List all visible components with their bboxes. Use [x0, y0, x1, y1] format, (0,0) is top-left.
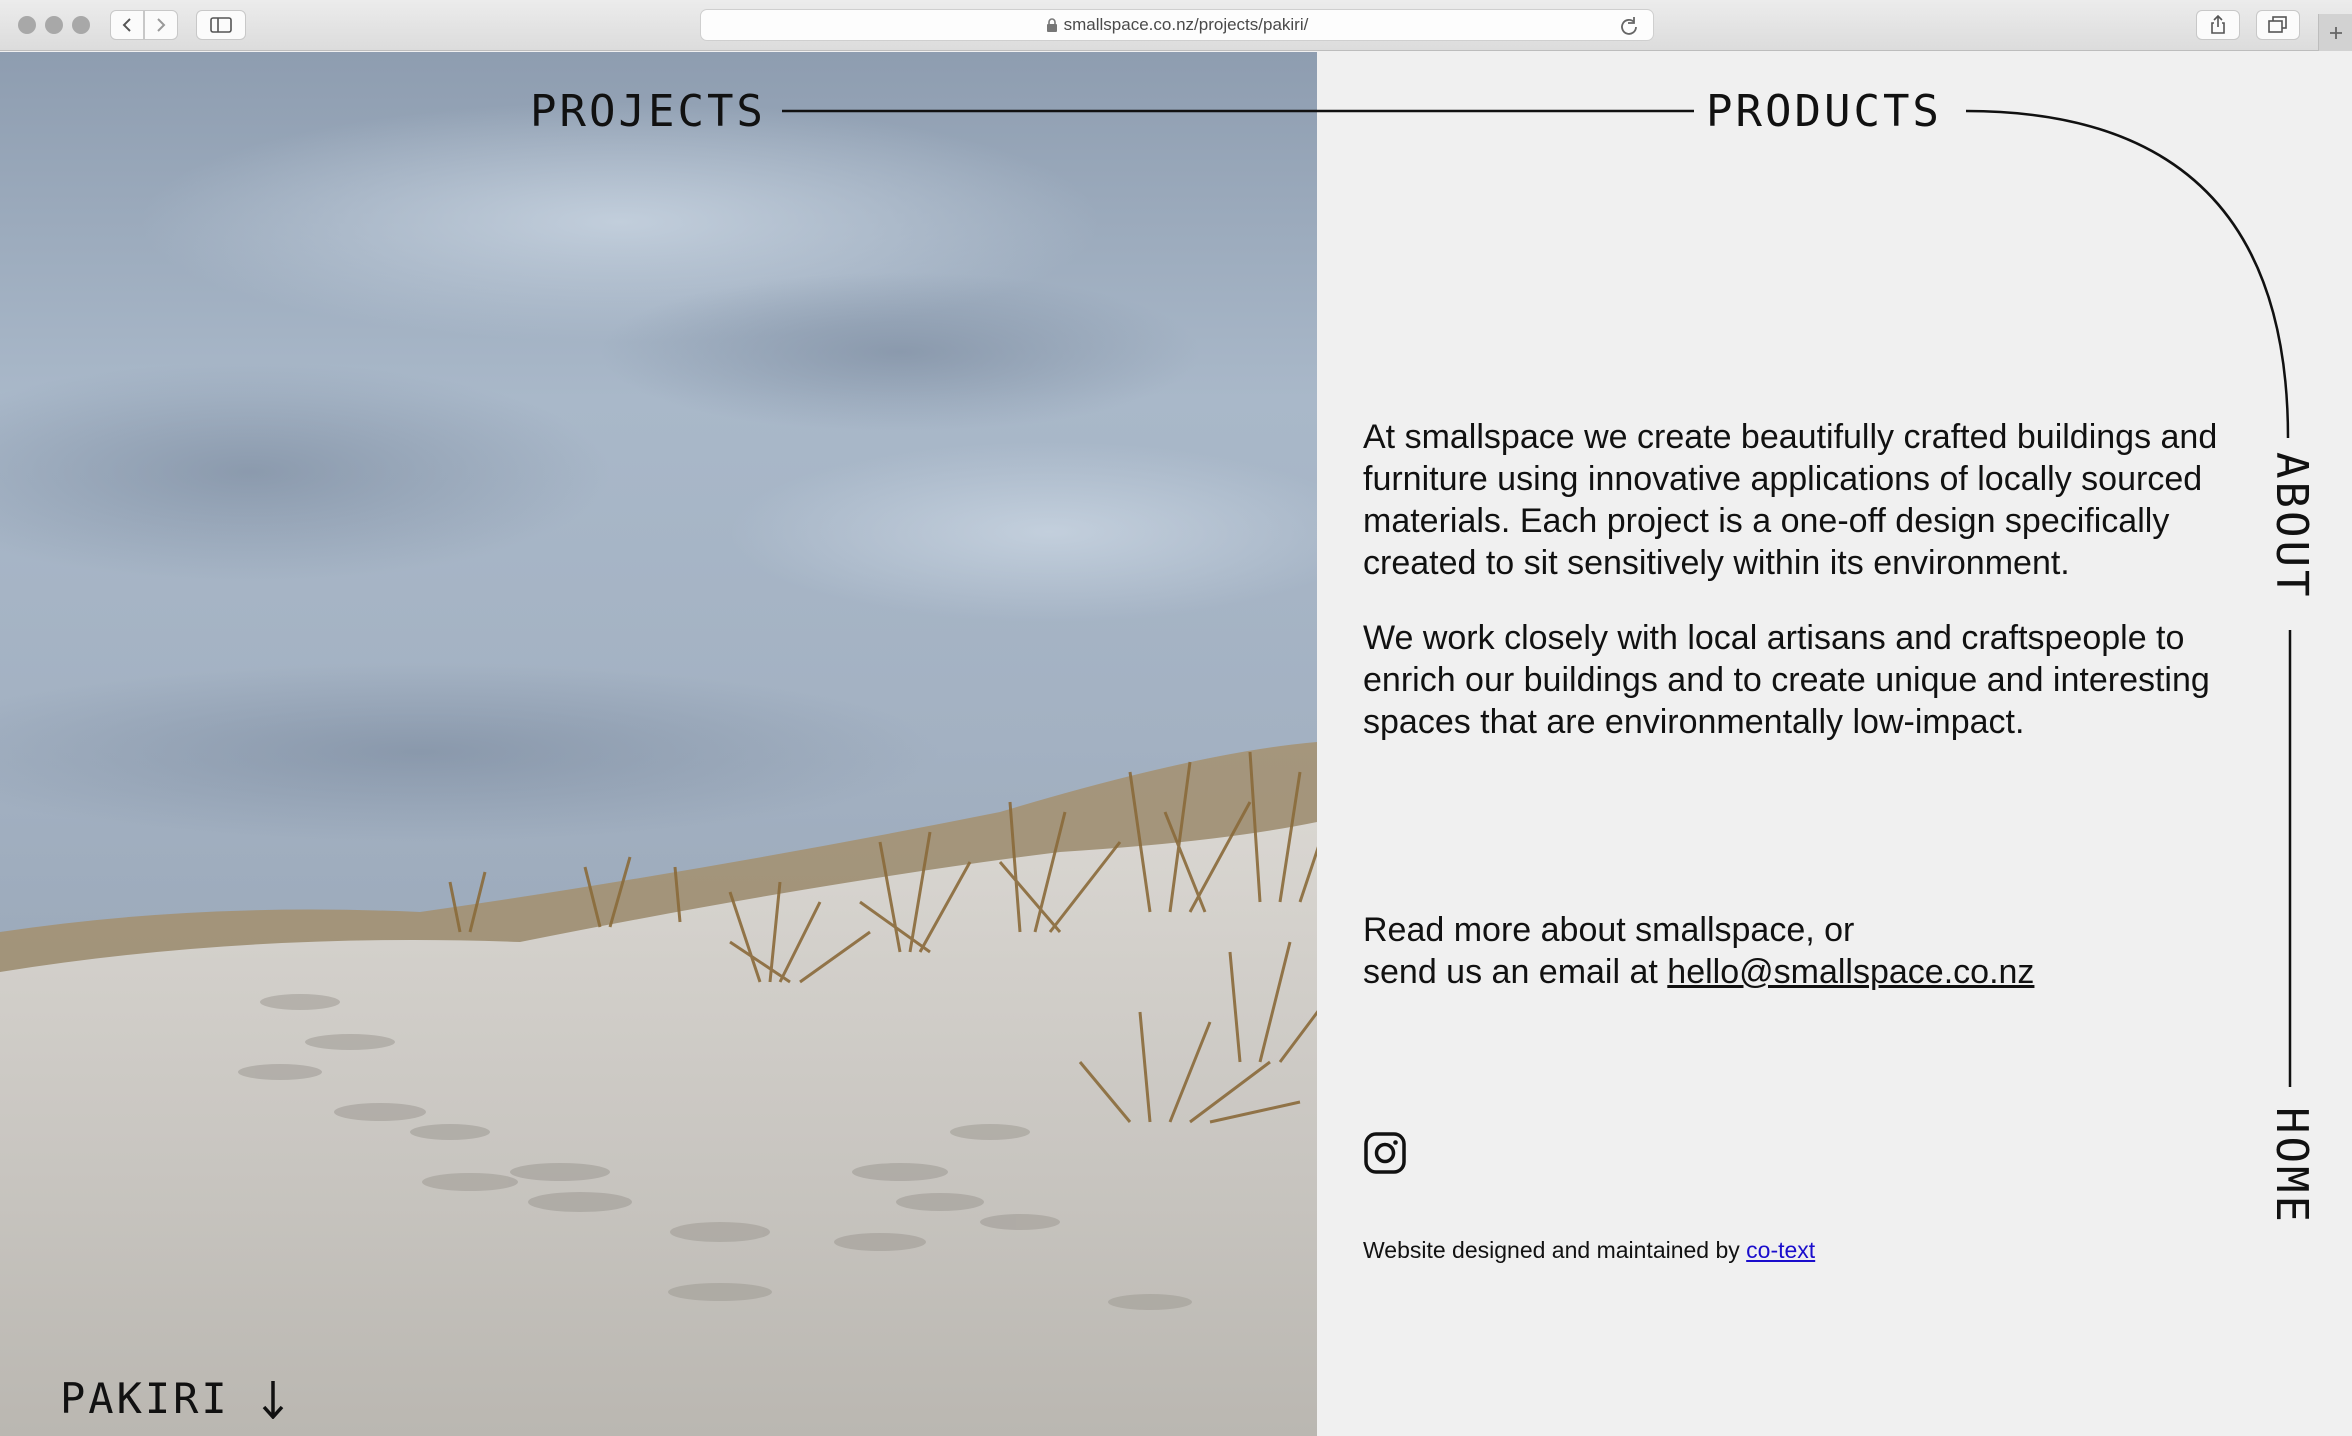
email-link[interactable]: hello@smallspace.co.nz — [1667, 953, 2034, 991]
chevron-left-icon — [122, 18, 131, 32]
project-name: PAKIRI — [60, 1374, 230, 1423]
contact-line-1: Read more about smallspace, or — [1363, 911, 1855, 949]
nav-about-link[interactable]: ABOUT — [2266, 452, 2317, 599]
project-caption: PAKIRI — [60, 1378, 286, 1420]
lock-icon — [1046, 18, 1057, 32]
nav-projects-link[interactable]: PROJECTS — [530, 90, 766, 134]
window-minimize-button[interactable] — [45, 16, 63, 34]
tabs-overview-button[interactable] — [2256, 10, 2300, 40]
about-paragraph-1: At smallspace we create beautifully craf… — [1363, 418, 2218, 582]
back-button[interactable] — [110, 10, 144, 40]
chevron-right-icon — [157, 18, 166, 32]
instagram-icon — [1364, 1132, 1406, 1174]
about-paragraph-2: We work closely with local artisans and … — [1363, 619, 2210, 741]
contact-prefix: send us an email at — [1363, 953, 1668, 991]
tabs-icon — [2268, 16, 2287, 33]
credit-prefix: Website designed and maintained by — [1363, 1237, 1747, 1263]
nav-products-link[interactable]: PRODUCTS — [1706, 90, 1942, 134]
browser-toolbar: smallspace.co.nz/projects/pakiri/ — [0, 0, 2352, 51]
dune-photo — [0, 52, 1317, 1436]
arrow-down-icon[interactable] — [260, 1379, 286, 1419]
window-zoom-button[interactable] — [72, 16, 90, 34]
sidebar-icon — [210, 17, 232, 33]
plus-icon — [2329, 26, 2342, 39]
forward-button[interactable] — [144, 10, 178, 40]
contact-line-2: send us an email at hello@smallspace.co.… — [1363, 951, 2223, 993]
new-tab-button[interactable] — [2318, 14, 2352, 51]
site-credit: Website designed and maintained by co-te… — [1363, 1237, 1815, 1264]
project-hero-image — [0, 52, 1317, 1436]
url-text: smallspace.co.nz/projects/pakiri/ — [1063, 15, 1309, 34]
nav-home-link[interactable]: HOME — [2266, 1107, 2317, 1225]
address-bar[interactable]: smallspace.co.nz/projects/pakiri/ — [700, 9, 1654, 41]
sidebar-toggle-button[interactable] — [196, 10, 246, 40]
page: PROJECTS PRODUCTS ABOUT HOME At smallspa… — [0, 52, 2352, 1436]
window-close-button[interactable] — [18, 16, 36, 34]
instagram-link[interactable] — [1363, 1131, 1407, 1175]
credit-link[interactable]: co-text — [1746, 1237, 1815, 1263]
reload-icon[interactable] — [1619, 16, 1639, 36]
share-icon — [2211, 15, 2225, 34]
contact-section: Read more about smallspace, or send us a… — [1363, 909, 2223, 993]
share-button[interactable] — [2196, 10, 2240, 40]
about-section: At smallspace we create beautifully craf… — [1363, 416, 2223, 776]
